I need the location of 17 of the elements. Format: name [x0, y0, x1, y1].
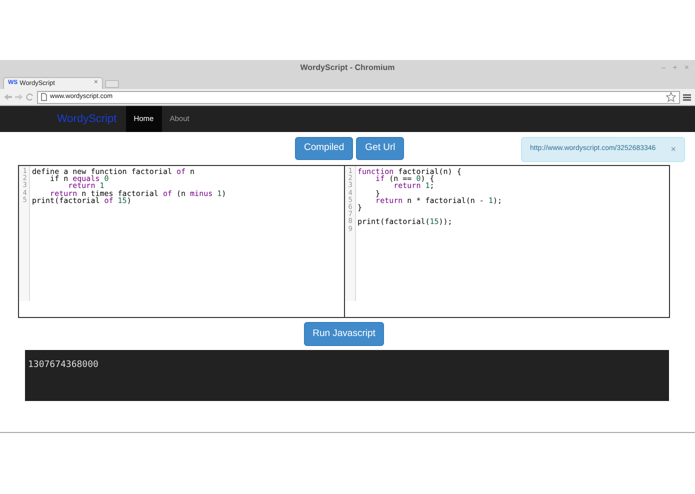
toolbar-button[interactable]: Compiled: [295, 137, 354, 160]
menu-icon[interactable]: [683, 94, 691, 100]
window-control[interactable]: –: [661, 64, 666, 72]
window-title: WordyScript - Chromium: [300, 62, 395, 74]
brand-logo[interactable]: WordyScript: [57, 110, 117, 128]
toolbar-button[interactable]: Get Url: [356, 137, 404, 160]
reload-icon[interactable]: [26, 93, 34, 101]
run-button[interactable]: Run Javascript: [304, 322, 384, 346]
window-control[interactable]: ×: [684, 64, 689, 72]
close-button[interactable]: ×: [670, 142, 676, 156]
window-control[interactable]: +: [672, 64, 678, 72]
page-icon: [41, 93, 47, 101]
back-icon[interactable]: [4, 94, 12, 100]
star-icon[interactable]: [666, 92, 676, 102]
forward-icon[interactable]: [15, 94, 23, 100]
new-tab-button[interactable]: [105, 80, 119, 88]
output-text: 1307674368000: [28, 360, 98, 370]
